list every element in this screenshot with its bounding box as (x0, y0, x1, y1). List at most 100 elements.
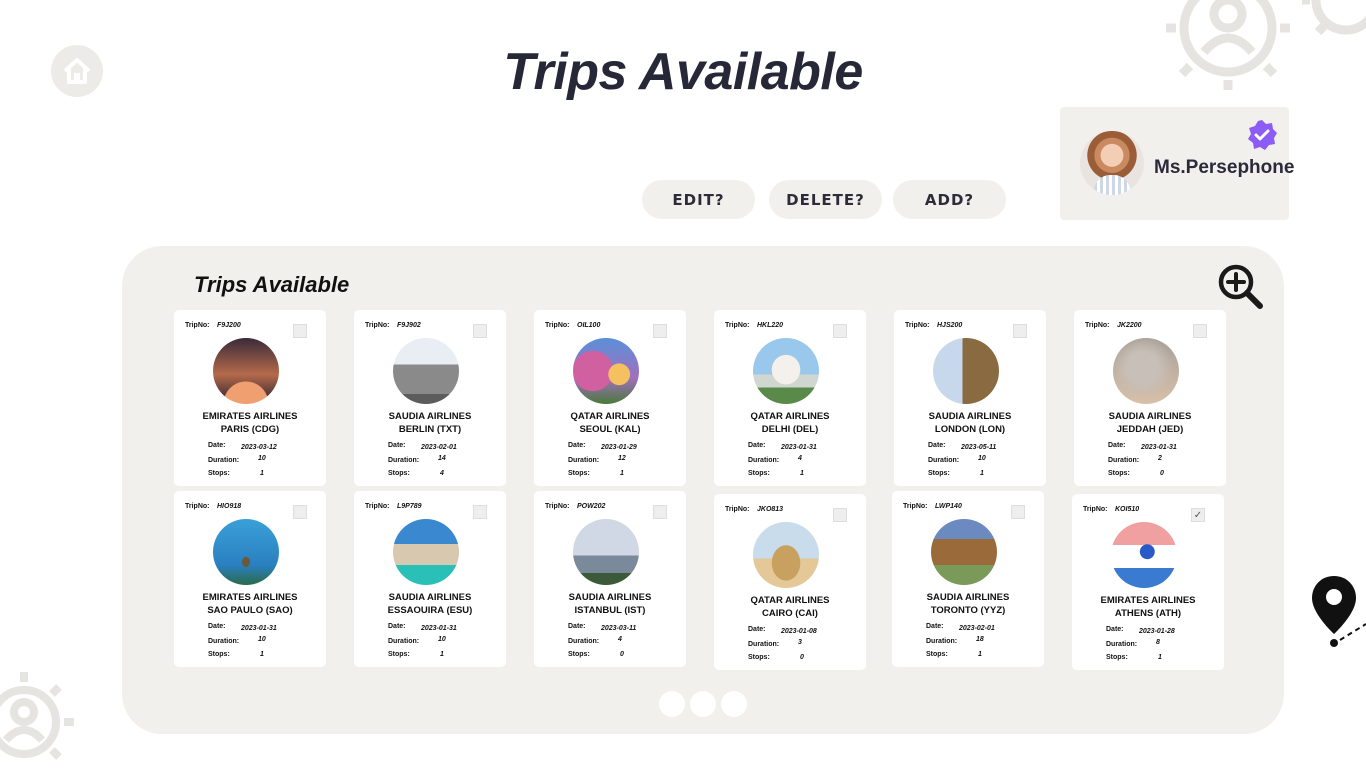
trip-select-checkbox[interactable] (653, 324, 667, 338)
stops-label: Stops: (388, 651, 410, 658)
trip-select-checkbox[interactable]: ✓ (1191, 508, 1205, 522)
trip-card[interactable]: TripNo: LWP140 SAUDIA AIRLINES TORONTO (YYZ… (892, 491, 1044, 667)
trip-no-label: TripNo: (545, 503, 570, 510)
date-label: Date: (1106, 626, 1124, 633)
trip-select-checkbox[interactable] (1013, 324, 1027, 338)
trip-card[interactable]: TripNo: F9J902 SAUDIA AIRLINES BERLIN (TXT)… (354, 310, 506, 486)
date-label: Date: (568, 623, 586, 630)
stops-label: Stops: (568, 651, 590, 658)
add-button[interactable]: ADD? (893, 180, 1006, 219)
airline-name: SAUDIA AIRLINES (388, 411, 472, 422)
edit-button[interactable]: EDIT? (642, 180, 755, 219)
date-value: 2023-05-11 (961, 444, 997, 451)
duration-value: 14 (438, 455, 446, 462)
date-value: 2023-01-28 (1139, 628, 1175, 635)
stops-value: 1 (978, 651, 982, 658)
destination-city: ISTANBUL (IST) (574, 605, 646, 616)
duration-label: Duration: (208, 638, 240, 645)
trip-no-value: KOI510 (1115, 506, 1140, 513)
stops-value: 1 (260, 651, 264, 658)
destination-city: CAIRO (CAI) (762, 608, 818, 619)
verified-badge-icon (1248, 120, 1277, 150)
duration-label: Duration: (388, 638, 420, 645)
destination-city: BERLIN (TXT) (398, 424, 462, 435)
trip-no-value: HIO918 (217, 503, 242, 510)
stops-value: 1 (440, 651, 444, 658)
duration-label: Duration: (748, 457, 780, 464)
trip-no-value: F9J902 (397, 322, 421, 329)
destination-photo (1113, 338, 1179, 404)
profile-card[interactable]: Ms.Persephone (1060, 107, 1294, 220)
stops-label: Stops: (1108, 470, 1130, 477)
duration-label: Duration: (208, 457, 240, 464)
trip-no-label: TripNo: (365, 322, 390, 329)
trip-card[interactable]: TripNo: KOI510 ✓ EMIRATES AIRLINES ATHENS (A… (1072, 494, 1224, 670)
trip-card[interactable]: TripNo: F9J200 EMIRATES AIRLINES PARIS (CDG… (174, 310, 326, 486)
pager-dot[interactable] (721, 691, 747, 717)
trip-card[interactable]: TripNo: HJS200 SAUDIA AIRLINES LONDON (LON)… (894, 310, 1046, 486)
trip-select-checkbox[interactable] (1193, 324, 1207, 338)
trip-select-checkbox[interactable] (293, 324, 307, 338)
trip-select-checkbox[interactable] (833, 324, 847, 338)
trip-no-label: TripNo: (1083, 506, 1108, 513)
date-label: Date: (748, 626, 766, 633)
delete-button[interactable]: DELETE? (769, 180, 882, 219)
page-title: Trips Available (503, 43, 863, 101)
date-value: 2023-01-31 (421, 625, 457, 632)
trip-card[interactable]: TripNo: POW202 SAUDIA AIRLINES ISTANBUL (IS… (534, 491, 686, 667)
trip-card[interactable]: TripNo: HIO918 EMIRATES AIRLINES SAO PAULO … (174, 491, 326, 667)
stops-label: Stops: (748, 654, 770, 661)
trip-no-value: JKO813 (757, 506, 784, 513)
zoom-in-icon[interactable] (1216, 262, 1266, 312)
destination-photo (393, 338, 459, 404)
stops-value: 1 (1158, 654, 1162, 661)
airline-name: SAUDIA AIRLINES (568, 592, 652, 603)
date-value: 2023-03-11 (601, 625, 637, 632)
duration-value: 3 (798, 639, 802, 646)
trip-card[interactable]: TripNo: L9P789 SAUDIA AIRLINES ESSAOUIRA (E… (354, 491, 506, 667)
trip-card[interactable]: TripNo: OIL100 QATAR AIRLINES SEOUL (KAL) Da… (534, 310, 686, 486)
stops-value: 4 (440, 470, 444, 477)
stops-label: Stops: (208, 651, 230, 658)
stops-value: 0 (800, 654, 804, 661)
trip-card[interactable]: TripNo: HKL220 QATAR AIRLINES DELHI (DEL) Da… (714, 310, 866, 486)
trip-no-value: L9P789 (397, 503, 422, 510)
trip-no-value: JK2200 (1117, 322, 1142, 329)
stops-value: 1 (980, 470, 984, 477)
destination-photo (753, 522, 819, 588)
date-value: 2023-03-12 (241, 444, 277, 451)
airline-name: QATAR AIRLINES (750, 595, 830, 606)
duration-value: 12 (618, 455, 626, 462)
duration-value: 8 (1156, 639, 1160, 646)
trip-no-value: F9J200 (217, 322, 241, 329)
date-value: 2023-01-08 (781, 628, 817, 635)
trip-no-label: TripNo: (725, 322, 750, 329)
trip-no-label: TripNo: (1085, 322, 1110, 329)
pager-dot[interactable] (659, 691, 685, 717)
duration-label: Duration: (928, 457, 960, 464)
airline-name: EMIRATES AIRLINES (202, 592, 298, 603)
stops-label: Stops: (388, 470, 410, 477)
trip-card[interactable]: TripNo: JKO813 QATAR AIRLINES CAIRO (CAI) Da… (714, 494, 866, 670)
pager-dot[interactable] (690, 691, 716, 717)
destination-photo (931, 519, 997, 585)
trip-no-label: TripNo: (185, 503, 210, 510)
airline-name: SAUDIA AIRLINES (926, 592, 1010, 603)
trip-select-checkbox[interactable] (1011, 505, 1025, 519)
date-label: Date: (208, 442, 226, 449)
trip-select-checkbox[interactable] (473, 324, 487, 338)
destination-photo (933, 338, 999, 404)
trip-no-label: TripNo: (365, 503, 390, 510)
duration-label: Duration: (1108, 457, 1140, 464)
trip-select-checkbox[interactable] (833, 508, 847, 522)
trip-select-checkbox[interactable] (293, 505, 307, 519)
trip-select-checkbox[interactable] (653, 505, 667, 519)
date-label: Date: (1108, 442, 1126, 449)
duration-label: Duration: (568, 638, 600, 645)
duration-label: Duration: (568, 457, 600, 464)
trip-card[interactable]: TripNo: JK2200 SAUDIA AIRLINES JEDDAH (JED)… (1074, 310, 1226, 486)
date-value: 2023-01-29 (601, 444, 637, 451)
stops-label: Stops: (748, 470, 770, 477)
duration-label: Duration: (388, 457, 420, 464)
trip-select-checkbox[interactable] (473, 505, 487, 519)
